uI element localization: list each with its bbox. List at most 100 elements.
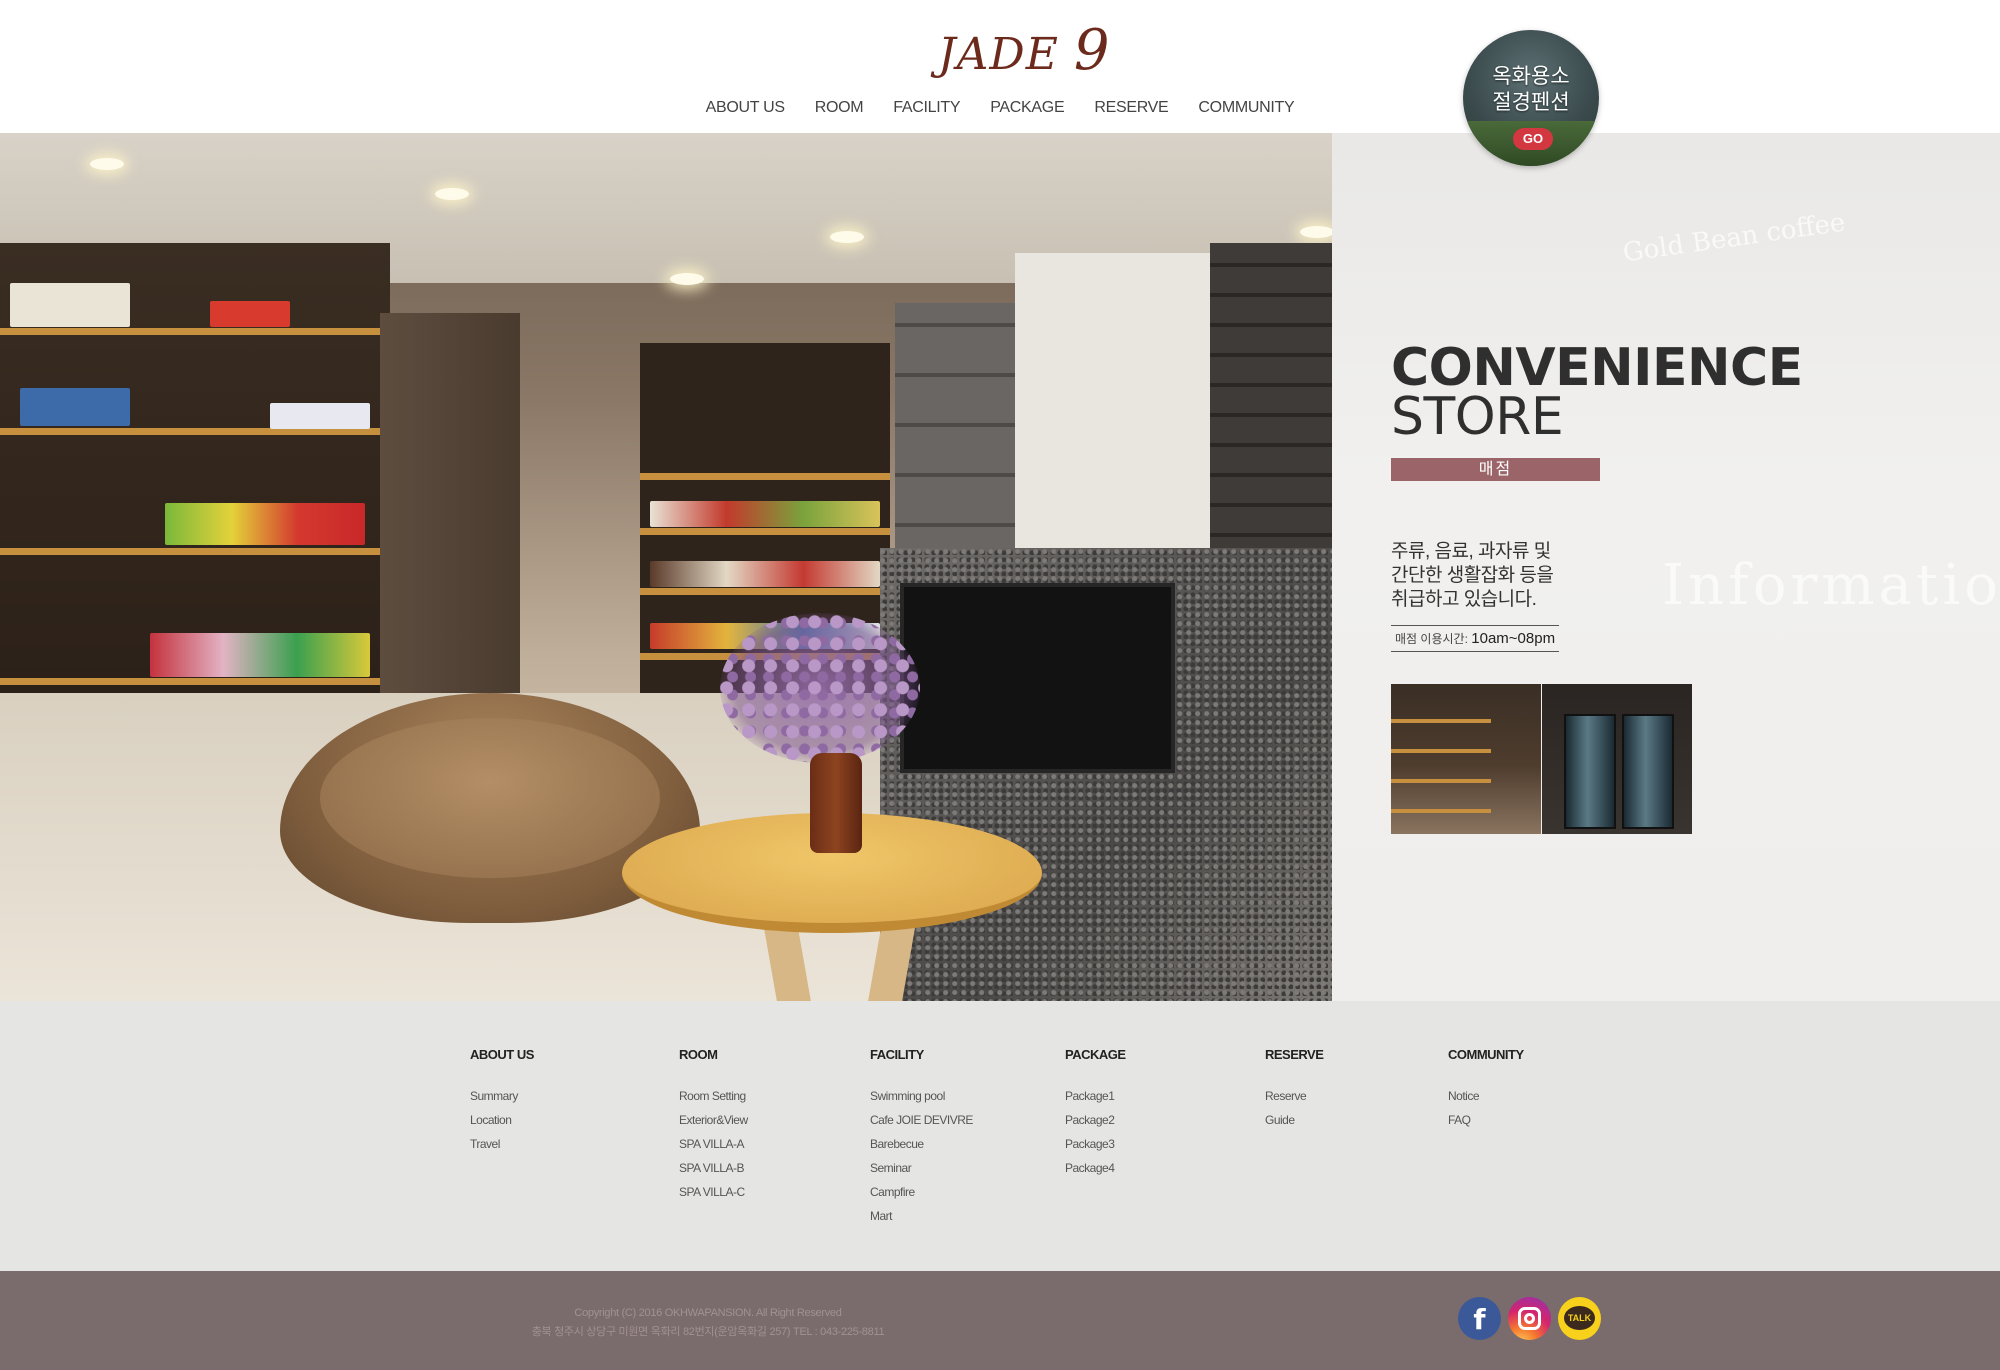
product-stack xyxy=(270,403,370,429)
subtitle-badge: 매점 xyxy=(1391,458,1600,481)
footer-link[interactable]: Reserve xyxy=(1265,1084,1323,1108)
shelf-board xyxy=(0,678,385,685)
logo-number: 9 xyxy=(1073,18,1111,83)
address-text: 충북 청주시 상당구 미원면 옥화리 82번지(운암옥화길 257) TEL :… xyxy=(531,1326,885,1338)
promo-circle-banner[interactable]: 옥화용소 절경펜션 GO xyxy=(1463,30,1599,166)
footer-link[interactable]: Room Setting xyxy=(679,1084,748,1108)
nav-facility[interactable]: FACILITY xyxy=(878,96,975,126)
description-line: 취급하고 있습니다. xyxy=(1391,589,1537,610)
vase xyxy=(810,753,862,853)
footer-col-package: PACKAGE Package1 Package2 Package3 Packa… xyxy=(1065,1047,1126,1180)
dried-flowers xyxy=(720,613,920,763)
site-logo[interactable]: JADE 9 xyxy=(938,18,1109,83)
footer-link[interactable]: Exterior&View xyxy=(679,1108,748,1132)
thumbnail-fridges[interactable] xyxy=(1542,684,1692,834)
hero-photo-store-interior xyxy=(0,133,1332,1001)
chair-seat xyxy=(320,718,660,878)
footer-link[interactable]: Barebecue xyxy=(870,1132,973,1156)
footer-col-reserve: RESERVE Reserve Guide xyxy=(1265,1047,1324,1132)
footer-col-title[interactable]: FACILITY xyxy=(870,1047,973,1062)
footer-link[interactable]: Swimming pool xyxy=(870,1084,973,1108)
shelf-board xyxy=(1391,719,1491,723)
fridge xyxy=(1622,714,1674,829)
ceiling-light xyxy=(435,188,469,200)
copyright-block: Copyright (C) 2016 OKHWAPANSION. All Rig… xyxy=(0,1304,1416,1342)
product-stack xyxy=(20,388,130,426)
footer-col-title[interactable]: PACKAGE xyxy=(1065,1047,1126,1062)
footer-link[interactable]: Campfire xyxy=(870,1180,973,1204)
footer-link[interactable]: Package3 xyxy=(1065,1132,1126,1156)
footer-link[interactable]: Mart xyxy=(870,1204,973,1228)
footer-link[interactable]: Notice xyxy=(1448,1084,1524,1108)
opening-hours: 매점 이용시간: 10am~08pm xyxy=(1391,625,1559,652)
nav-package[interactable]: PACKAGE xyxy=(975,96,1079,126)
kakaotalk-icon[interactable]: TALK xyxy=(1558,1297,1601,1340)
description: 주류, 음료, 과자류 및 간단한 생활잡화 등을 취급하고 있습니다. xyxy=(1391,540,1554,612)
description-line: 간단한 생활잡화 등을 xyxy=(1391,565,1554,586)
page-title-line-2: STORE xyxy=(1391,387,1564,447)
description-line: 주류, 음료, 과자류 및 xyxy=(1391,541,1551,562)
shelf-board xyxy=(1391,749,1491,753)
footer-link[interactable]: Location xyxy=(470,1108,534,1132)
footer-link[interactable]: Seminar xyxy=(870,1156,973,1180)
nav-community[interactable]: COMMUNITY xyxy=(1183,96,1309,126)
footer-col-title[interactable]: RESERVE xyxy=(1265,1047,1324,1062)
footer-link[interactable]: Package2 xyxy=(1065,1108,1126,1132)
panel-watermark-sign: Gold Bean coffee xyxy=(1621,207,1848,269)
thumbnail-shelves[interactable] xyxy=(1391,684,1541,834)
main-nav: ABOUT US ROOM FACILITY PACKAGE RESERVE C… xyxy=(700,96,1300,126)
product-stack xyxy=(150,633,370,677)
footer-col-facility: FACILITY Swimming pool Cafe JOIE DEVIVRE… xyxy=(870,1047,973,1228)
ceiling-light xyxy=(90,158,124,170)
footer-link[interactable]: Guide xyxy=(1265,1108,1323,1132)
product-stack xyxy=(10,283,130,327)
shelf-board xyxy=(640,528,890,535)
logo-text: JADE xyxy=(938,29,1059,80)
product-stack xyxy=(210,301,290,327)
nav-reserve[interactable]: RESERVE xyxy=(1079,96,1183,126)
ceiling-light xyxy=(830,231,864,243)
footer-col-community: COMMUNITY Notice FAQ xyxy=(1448,1047,1524,1132)
shelf-board xyxy=(1391,809,1491,813)
facebook-icon[interactable]: f xyxy=(1458,1297,1501,1340)
footer-link[interactable]: Package4 xyxy=(1065,1156,1126,1180)
copyright-text: Copyright (C) 2016 OKHWAPANSION. All Rig… xyxy=(574,1307,842,1319)
hours-value: 10am~08pm xyxy=(1471,630,1556,647)
product-stack xyxy=(650,501,880,527)
shelf-board xyxy=(640,473,890,480)
kakaotalk-bubble: TALK xyxy=(1564,1306,1595,1330)
footer-link[interactable]: SPA VILLA-B xyxy=(679,1156,748,1180)
product-stack xyxy=(165,503,365,545)
nav-room[interactable]: ROOM xyxy=(800,96,879,126)
site-header: JADE 9 ABOUT US ROOM FACILITY PACKAGE RE… xyxy=(0,0,2000,133)
shelf-board xyxy=(0,428,385,435)
footer-link[interactable]: Package1 xyxy=(1065,1084,1126,1108)
footer-link[interactable]: SPA VILLA-C xyxy=(679,1180,748,1204)
footer-col-about-us: ABOUT US Summary Location Travel xyxy=(470,1047,534,1156)
ceiling-light xyxy=(1300,226,1332,238)
footer-link[interactable]: FAQ xyxy=(1448,1108,1524,1132)
instagram-lens xyxy=(1524,1313,1535,1324)
product-stack xyxy=(650,561,880,587)
footer-col-title[interactable]: ROOM xyxy=(679,1047,748,1062)
shelf-board xyxy=(1391,779,1491,783)
footer-col-title[interactable]: COMMUNITY xyxy=(1448,1047,1524,1062)
promo-go-button[interactable]: GO xyxy=(1513,128,1553,150)
footer-sitemap xyxy=(0,1001,2000,1271)
shelf-board xyxy=(0,328,385,335)
footer-link[interactable]: Travel xyxy=(470,1132,534,1156)
fridge xyxy=(1564,714,1616,829)
ceiling-light xyxy=(670,273,704,285)
footer-col-room: ROOM Room Setting Exterior&View SPA VILL… xyxy=(679,1047,748,1204)
footer-link[interactable]: Summary xyxy=(470,1084,534,1108)
nav-about-us[interactable]: ABOUT US xyxy=(691,96,800,126)
promo-line-2: 절경펜션 xyxy=(1492,90,1570,114)
footer-col-title[interactable]: ABOUT US xyxy=(470,1047,534,1062)
instagram-icon[interactable] xyxy=(1508,1297,1551,1340)
panel-watermark: Information xyxy=(1662,553,2000,618)
back-door xyxy=(380,313,520,733)
footer-link[interactable]: SPA VILLA-A xyxy=(679,1132,748,1156)
shelf-board xyxy=(0,548,385,555)
footer-link[interactable]: Cafe JOIE DEVIVRE xyxy=(870,1108,973,1132)
shelf-board xyxy=(640,588,890,595)
